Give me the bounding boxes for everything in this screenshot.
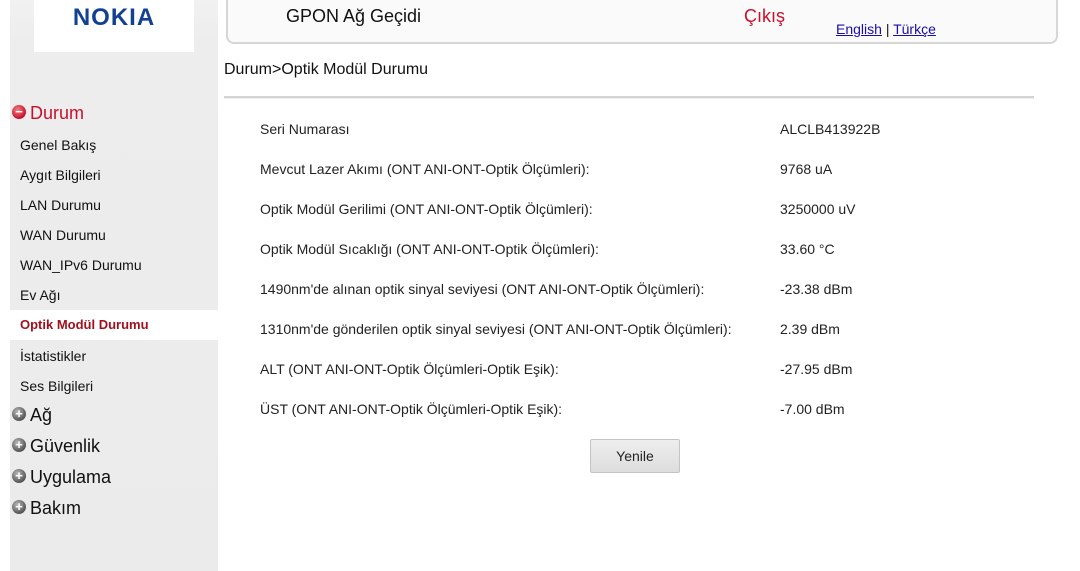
row-value-lower-threshold: -27.95 dBm (780, 361, 853, 377)
row-value-temperature: 33.60 °C (780, 241, 835, 257)
breadcrumb: Durum>Optik Modül Durumu (224, 61, 429, 78)
row-value-upper-threshold: -7.00 dBm (780, 401, 845, 417)
plus-circle-icon: + (12, 469, 26, 483)
sidebar-section-durum[interactable]: − Durum (10, 101, 218, 129)
sidebar-item-aygit-bilgileri[interactable]: Aygıt Bilgileri (10, 160, 218, 190)
sidebar-item-label: WAN_IPv6 Durumu (20, 257, 142, 273)
plus-circle-icon: + (12, 407, 26, 421)
sidebar-item-label: Aygıt Bilgileri (20, 167, 101, 183)
sidebar-section-uygulama[interactable]: + Uygulama (10, 465, 218, 493)
sidebar-item-label: İstatistikler (20, 348, 87, 364)
sidebar-item-genel-bakis[interactable]: Genel Bakış (10, 130, 218, 160)
sidebar-item-label: WAN Durumu (20, 227, 106, 243)
sidebar-section-label: Güvenlik (30, 436, 101, 456)
logout-link[interactable]: Çıkış (744, 6, 785, 27)
minus-circle-icon: − (12, 105, 26, 119)
row-label-upper-threshold: ÜST (ONT ANI-ONT-Optik Ölçümleri-Optik E… (260, 401, 563, 417)
row-value-voltage: 3250000 uV (780, 201, 856, 217)
sidebar-item-label: Genel Bakış (20, 137, 97, 153)
row-value-tx-power: 2.39 dBm (780, 321, 840, 337)
divider (224, 96, 1034, 99)
row-value-serial: ALCLB413922B (780, 121, 881, 137)
sidebar-item-label: Ses Bilgileri (20, 378, 94, 394)
sidebar-item-label: Ev Ağı (20, 287, 61, 303)
row-value-rx-power: -23.38 dBm (780, 281, 853, 297)
plus-circle-icon: + (12, 438, 26, 452)
sidebar-item-ev-agi[interactable]: Ev Ağı (10, 280, 218, 310)
sidebar-item-label: LAN Durumu (20, 197, 101, 213)
sidebar-item-wan-ipv6-durumu[interactable]: WAN_IPv6 Durumu (10, 250, 218, 280)
sidebar-item-istatistikler[interactable]: İstatistikler (10, 341, 218, 371)
row-label-temperature: Optik Modül Sıcaklığı (ONT ANI-ONT-Optik… (260, 241, 599, 257)
sidebar-item-optik-modul-durumu[interactable]: Optik Modül Durumu (10, 310, 218, 340)
sidebar: NOKIA − Durum Genel Bakış Aygıt Bilgiler… (10, 0, 218, 571)
language-switcher: English | Türkçe (836, 21, 936, 37)
language-separator: | (885, 21, 890, 37)
sidebar-section-label: Uygulama (30, 467, 112, 487)
sidebar-item-lan-durumu[interactable]: LAN Durumu (10, 190, 218, 220)
sidebar-item-wan-durumu[interactable]: WAN Durumu (10, 220, 218, 250)
row-label-laser-current: Mevcut Lazer Akımı (ONT ANI-ONT-Optik Öl… (260, 161, 590, 177)
row-label-tx-power: 1310nm'de gönderilen optik sinyal seviye… (260, 321, 732, 337)
plus-circle-icon: + (12, 500, 26, 514)
row-label-lower-threshold: ALT (ONT ANI-ONT-Optik Ölçümleri-Optik E… (260, 361, 559, 377)
sidebar-section-label: Bakım (30, 498, 82, 518)
language-english-link[interactable]: English (836, 21, 882, 37)
sidebar-section-guvenlik[interactable]: + Güvenlik (10, 434, 218, 462)
sidebar-section-bakim[interactable]: + Bakım (10, 496, 218, 524)
sidebar-section-label: Durum (30, 103, 85, 123)
row-label-voltage: Optik Modül Gerilimi (ONT ANI-ONT-Optik … (260, 201, 593, 217)
row-label-rx-power: 1490nm'de alınan optik sinyal seviyesi (… (260, 281, 705, 297)
row-value-laser-current: 9768 uA (780, 161, 833, 177)
row-label-serial: Seri Numarası (260, 121, 350, 137)
app-title: GPON Ağ Geçidi (286, 6, 422, 26)
sidebar-item-ses-bilgileri[interactable]: Ses Bilgileri (10, 371, 218, 401)
sidebar-section-ag[interactable]: + Ağ (10, 403, 218, 431)
nokia-logo: NOKIA (72, 4, 156, 31)
language-turkish-link[interactable]: Türkçe (893, 21, 936, 37)
sidebar-item-label: Optik Modül Durumu (20, 317, 149, 332)
logo-container: NOKIA (34, 0, 194, 52)
sidebar-section-label: Ağ (30, 405, 53, 425)
refresh-button[interactable]: Yenile (590, 439, 680, 473)
